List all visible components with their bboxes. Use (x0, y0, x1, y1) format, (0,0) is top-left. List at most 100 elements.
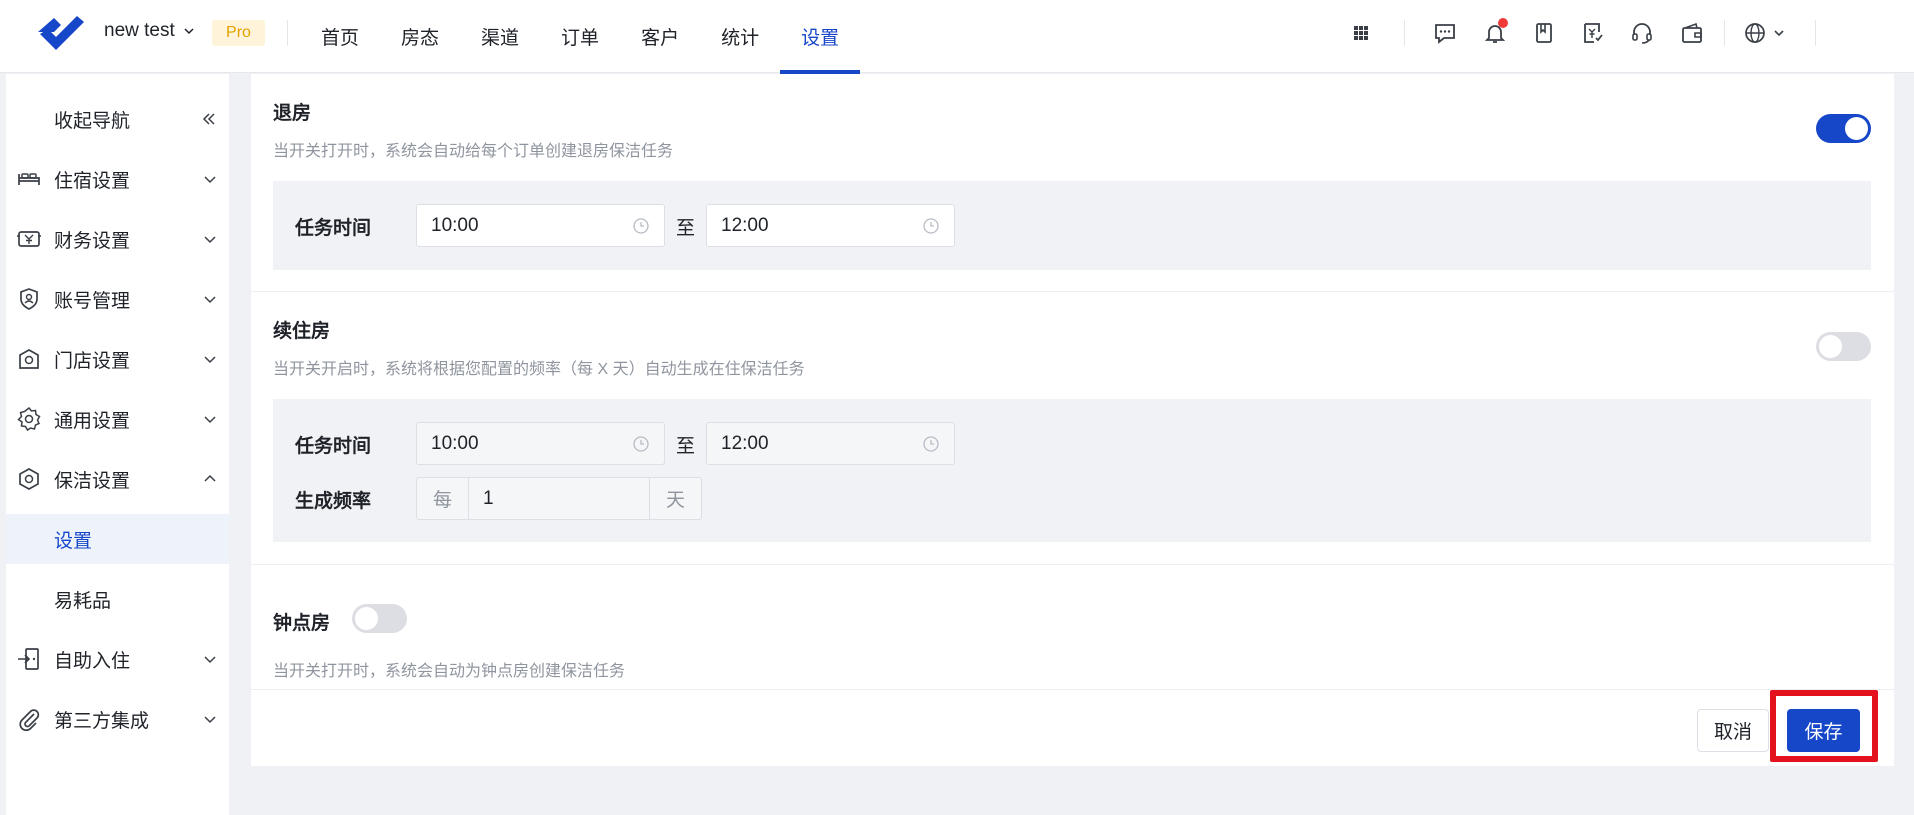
sidebar-subitem-settings[interactable]: 设置 (6, 514, 229, 564)
sidebar-item-lodging[interactable]: 住宿设置 (6, 154, 229, 204)
message-icon[interactable] (1432, 20, 1458, 46)
double-chevron-left-icon (202, 113, 215, 125)
sidebar-item-label: 住宿设置 (54, 170, 131, 192)
task-time-label: 任务时间 (295, 436, 372, 457)
sidebar-item-label: 第三方集成 (54, 710, 150, 732)
chevron-down-icon (204, 716, 216, 724)
paperclip-icon (16, 706, 42, 732)
chevron-down-icon (204, 656, 216, 664)
sidebar-item-store[interactable]: 门店设置 (6, 334, 229, 384)
user-shield-icon (16, 286, 42, 312)
sidebar-item-label: 门店设置 (54, 350, 131, 372)
top-bar: new test Pro 首页 房态 渠道 订单 客户 统计 设置 (0, 0, 1914, 74)
task-time-label: 任务时间 (295, 218, 372, 239)
wallet-icon[interactable] (1679, 20, 1705, 46)
chevron-down-icon (204, 236, 216, 244)
logo-icon[interactable] (34, 12, 88, 54)
sidebar-subitem-consumables[interactable]: 易耗品 (6, 574, 229, 624)
checkout-end-time-input[interactable]: 12:00 (706, 204, 955, 247)
frequency-label: 生成频率 (295, 491, 372, 512)
sidebar-item-label: 设置 (54, 530, 93, 552)
bell-icon[interactable] (1482, 18, 1508, 46)
stayover-section: 续住房 当开关开启时，系统将根据您配置的频率（每 X 天）自动生成在住保洁任务 … (251, 292, 1894, 565)
chevron-down-icon (204, 176, 216, 184)
sidebar-item-finance[interactable]: 财务设置 (6, 214, 229, 264)
chevron-down-icon (204, 416, 216, 424)
sidebar-item-label: 财务设置 (54, 230, 131, 252)
stayover-toggle[interactable] (1816, 332, 1871, 361)
door-icon (16, 646, 42, 672)
nav-room-status[interactable]: 房态 (380, 0, 460, 73)
nav-settings[interactable]: 设置 (780, 0, 861, 74)
frequency-input-group: 每 1 天 (416, 477, 702, 520)
stayover-panel: 任务时间 10:00 至 12:00 生成频率 每 1 天 (273, 399, 1871, 542)
sidebar-item-label: 易耗品 (54, 590, 112, 612)
clock-icon (633, 218, 649, 234)
checkout-title: 退房 (273, 103, 312, 124)
sidebar-item-label: 保洁设置 (54, 470, 131, 492)
sidebar-item-label: 通用设置 (54, 410, 131, 432)
checkout-panel: 任务时间 10:00 至 12:00 (273, 181, 1871, 270)
chevron-down-icon (184, 28, 194, 35)
language-switcher[interactable] (1742, 20, 1790, 46)
hourly-section: 钟点房 当开关打开时，系统会自动为钟点房创建保洁任务 (251, 565, 1894, 690)
stayover-desc: 当开关开启时，系统将根据您配置的频率（每 X 天）自动生成在住保洁任务 (273, 361, 805, 378)
cancel-button[interactable]: 取消 (1697, 709, 1769, 752)
toggle-knob (1845, 117, 1868, 140)
bookmark-icon[interactable] (1531, 20, 1557, 46)
nav-statistics[interactable]: 统计 (700, 0, 780, 73)
freq-prefix: 每 (417, 478, 469, 519)
sidebar-item-self-checkin[interactable]: 自助入住 (6, 634, 229, 684)
time-value: 10:00 (431, 214, 479, 236)
invoice-icon[interactable] (1580, 20, 1606, 46)
chevron-up-icon (204, 474, 216, 482)
time-value: 10:00 (431, 432, 479, 454)
collapse-nav-label: 收起导航 (54, 110, 131, 132)
divider (1815, 20, 1816, 46)
nav-orders[interactable]: 订单 (540, 0, 620, 73)
account-switcher[interactable]: new test (104, 20, 195, 42)
save-button[interactable]: 保存 (1787, 709, 1860, 752)
divider (1724, 20, 1725, 46)
nav-customers[interactable]: 客户 (620, 0, 700, 73)
main-content: 退房 当开关打开时，系统会自动给每个订单创建退房保洁任务 任务时间 10:00 … (251, 74, 1894, 766)
stayover-title: 续住房 (273, 321, 331, 342)
divider (287, 20, 288, 46)
hourly-title: 钟点房 (273, 613, 331, 634)
chevron-down-icon (204, 356, 216, 364)
sidebar: 收起导航 住宿设置 财务设置 账号管理 门店设置 通用设置 保洁设置 设置 易耗… (6, 74, 229, 815)
checkout-start-time-input[interactable]: 10:00 (416, 204, 665, 247)
sidebar-item-accounts[interactable]: 账号管理 (6, 274, 229, 324)
hourly-toggle[interactable] (352, 604, 407, 633)
freq-suffix: 天 (649, 478, 701, 519)
nav-home[interactable]: 首页 (300, 0, 380, 73)
apps-grid-icon[interactable] (1348, 20, 1374, 46)
sidebar-item-label: 自助入住 (54, 650, 131, 672)
store-icon (16, 346, 42, 372)
to-separator: 至 (676, 436, 696, 457)
clock-icon (923, 436, 939, 452)
toggle-knob (1819, 335, 1842, 358)
sidebar-item-cleaning[interactable]: 保洁设置 (6, 454, 229, 504)
collapse-nav-button[interactable]: 收起导航 (6, 94, 229, 144)
sidebar-item-third-party[interactable]: 第三方集成 (6, 694, 229, 744)
nav-channels[interactable]: 渠道 (460, 0, 540, 73)
sidebar-item-label: 账号管理 (54, 290, 131, 312)
checkout-section: 退房 当开关打开时，系统会自动给每个订单创建退房保洁任务 任务时间 10:00 … (251, 74, 1894, 292)
clock-icon (633, 436, 649, 452)
cash-register-icon (16, 226, 42, 252)
checkout-toggle[interactable] (1816, 114, 1871, 143)
bed-icon (16, 166, 42, 192)
stayover-end-time-input[interactable]: 12:00 (706, 422, 955, 465)
frequency-input[interactable]: 1 (469, 478, 649, 519)
sidebar-item-general[interactable]: 通用设置 (6, 394, 229, 444)
form-footer: 取消 保存 (251, 690, 1894, 766)
time-value: 12:00 (721, 214, 769, 236)
account-name: new test (104, 20, 175, 41)
headset-icon[interactable] (1629, 20, 1655, 46)
hexagon-icon (16, 466, 42, 492)
to-separator: 至 (676, 218, 696, 239)
hourly-desc: 当开关打开时，系统会自动为钟点房创建保洁任务 (273, 663, 626, 680)
chevron-down-icon (204, 296, 216, 304)
stayover-start-time-input[interactable]: 10:00 (416, 422, 665, 465)
